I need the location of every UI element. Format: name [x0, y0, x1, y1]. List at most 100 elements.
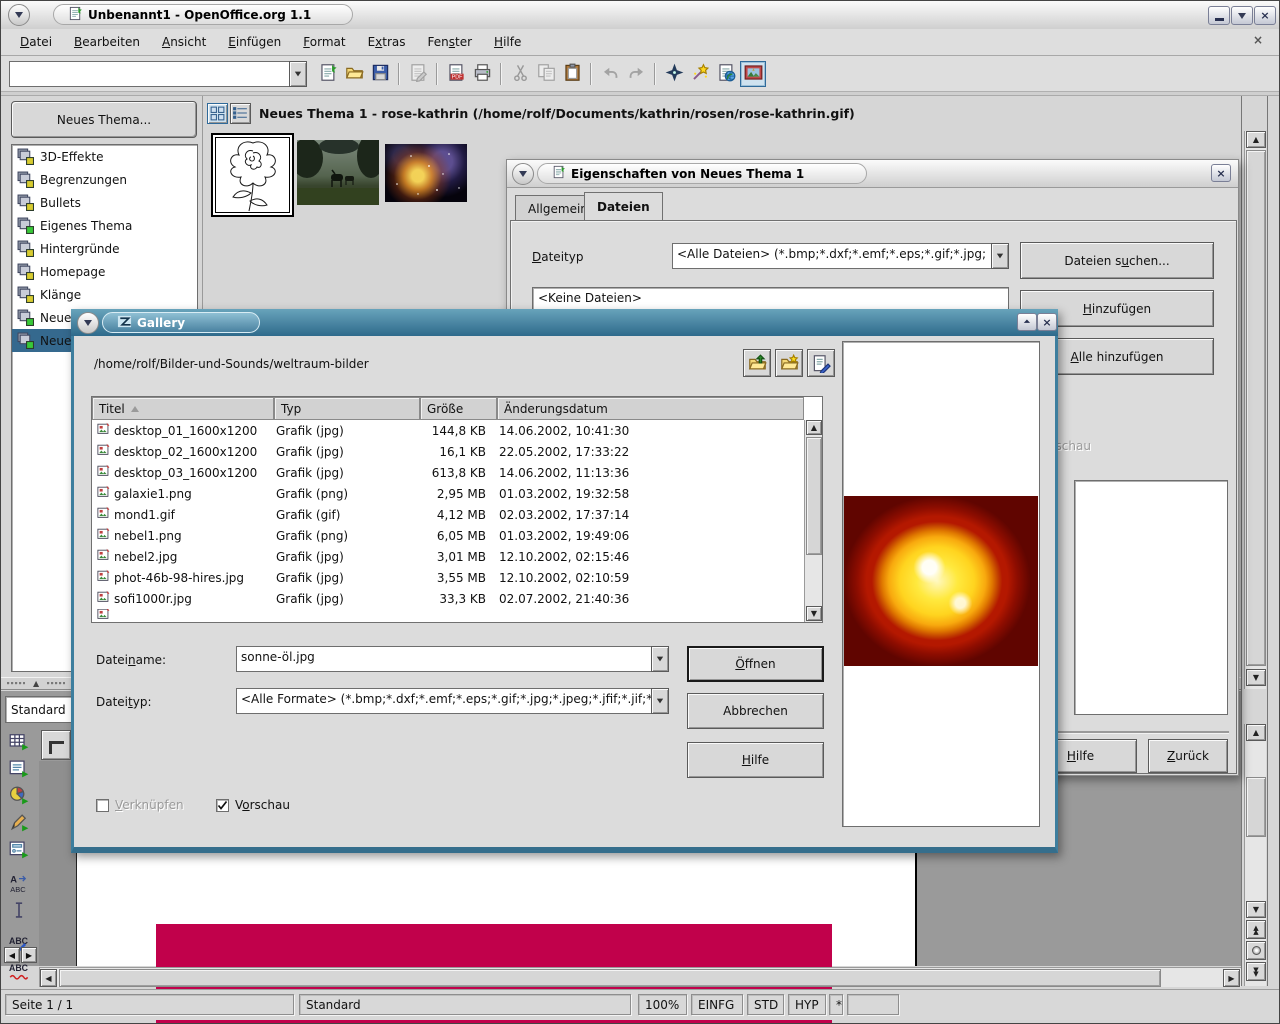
- cancel-button[interactable]: Abbrechen: [687, 693, 824, 729]
- close-dialog-button[interactable]: ×: [1211, 164, 1231, 182]
- default-directory-button[interactable]: [807, 349, 835, 377]
- table-row[interactable]: mond1.gifGrafik (gif)4,12 MB02.03.2002, …: [92, 504, 822, 525]
- url-input[interactable]: [9, 61, 289, 87]
- list-view-button[interactable]: [230, 103, 251, 124]
- scroll-left-button[interactable]: ◀: [40, 969, 57, 987]
- hyperlink-mode-indicator[interactable]: HYP: [788, 994, 826, 1015]
- draw-functions-button[interactable]: [7, 810, 31, 834]
- scroll-down-button[interactable]: ▼: [806, 606, 822, 621]
- previous-page-button[interactable]: ▲▲: [1246, 920, 1266, 939]
- theme-item-begrenzungen[interactable]: Begrenzungen: [12, 168, 197, 191]
- table-row[interactable]: galaxie1.pngGrafik (png)2,95 MB01.03.200…: [92, 483, 822, 504]
- insert-object-button[interactable]: [7, 783, 31, 807]
- autotext-button[interactable]: AABC: [7, 871, 31, 895]
- direct-cursor-button[interactable]: [7, 898, 31, 922]
- tab-type-selector[interactable]: [41, 730, 71, 760]
- scroll-up-button[interactable]: ▲: [806, 420, 822, 435]
- insert-table-button[interactable]: [7, 729, 31, 753]
- edit-file-button[interactable]: [406, 62, 430, 86]
- scroll-up-button[interactable]: ▲: [1246, 131, 1266, 148]
- scrollbar-thumb[interactable]: [806, 437, 822, 555]
- url-dropdown-button[interactable]: [289, 61, 307, 87]
- gallery-button[interactable]: [740, 61, 766, 87]
- theme-item-kl-nge[interactable]: Klänge: [12, 283, 197, 306]
- dialog-title-bar[interactable]: Eigenschaften von Neues Thema 1 ×: [507, 160, 1238, 188]
- copy-button[interactable]: [534, 62, 558, 86]
- file-type-value[interactable]: <Alle Dateien> (*.bmp;*.dxf;*.emf;*.eps;…: [672, 243, 991, 269]
- close-dialog-button[interactable]: ×: [1037, 313, 1057, 331]
- column-header-typ[interactable]: Typ: [274, 397, 420, 420]
- up-one-level-button[interactable]: [743, 349, 771, 377]
- navigation-point-button[interactable]: [1246, 941, 1266, 960]
- shade-button[interactable]: [1231, 6, 1253, 25]
- web-document-button[interactable]: [714, 62, 738, 86]
- toolbar-scroll-right[interactable]: ▶: [21, 947, 37, 963]
- table-scrollbar[interactable]: ▲ ▼: [804, 420, 822, 622]
- dialog-menu-button[interactable]: [77, 312, 99, 334]
- link-checkbox[interactable]: Verknüpfen: [96, 798, 184, 812]
- table-row[interactable]: nebel2.jpgGrafik (jpg)3,01 MB12.10.2002,…: [92, 546, 822, 567]
- table-row-partial[interactable]: [92, 609, 822, 622]
- menu-extras[interactable]: Extras: [357, 32, 417, 52]
- table-row[interactable]: desktop_02_1600x1200Grafik (jpg)16,1 KB2…: [92, 441, 822, 462]
- gallery-scrollbar[interactable]: ▲ ▼: [1244, 131, 1266, 689]
- save-button[interactable]: [368, 62, 392, 86]
- zoom-indicator[interactable]: 100%: [638, 994, 687, 1015]
- window-menu-button[interactable]: [8, 4, 30, 26]
- theme-item-hintergr-nde[interactable]: Hintergründe: [12, 237, 197, 260]
- file-type-combo[interactable]: <Alle Dateien> (*.bmp;*.dxf;*.emf;*.eps;…: [672, 243, 1009, 269]
- window-title-bar[interactable]: Unbenannt1 - OpenOffice.org 1.1 ×: [1, 1, 1280, 30]
- find-files-button[interactable]: Dateien suchen...: [1020, 242, 1214, 279]
- checkbox-checked-icon[interactable]: [216, 799, 229, 812]
- theme-item-3d-effekte[interactable]: 3D-Effekte: [12, 145, 197, 168]
- selection-mode-indicator[interactable]: STD: [747, 994, 784, 1015]
- document-scrollbar[interactable]: ▲ ▼ ▲▲ ▼▼: [1244, 724, 1266, 986]
- paste-button[interactable]: [560, 62, 584, 86]
- dropdown-button[interactable]: [651, 646, 669, 672]
- redo-button[interactable]: [624, 62, 648, 86]
- scrollbar-thumb[interactable]: [1246, 150, 1266, 666]
- filename-input[interactable]: sonne-öl.jpg: [236, 646, 651, 672]
- column-header-nderungsdatum[interactable]: Änderungsdatum: [497, 397, 804, 420]
- help-button[interactable]: Hilfe: [687, 742, 824, 778]
- scroll-down-button[interactable]: ▼: [1246, 901, 1266, 918]
- menu-ansicht[interactable]: Ansicht: [151, 32, 217, 52]
- export-pdf-button[interactable]: PDF: [444, 62, 468, 86]
- column-header-titel[interactable]: Titel: [92, 397, 274, 420]
- url-combo[interactable]: [9, 61, 307, 87]
- create-new-folder-button[interactable]: [775, 349, 803, 377]
- tab-dateien[interactable]: Dateien: [584, 192, 663, 221]
- thumbnail-landscape-with-horses[interactable]: [297, 140, 379, 205]
- open-folder-button[interactable]: [342, 62, 366, 86]
- new-document-button[interactable]: [316, 62, 340, 86]
- table-row[interactable]: nebel1.pngGrafik (png)6,05 MB01.03.2002,…: [92, 525, 822, 546]
- cut-button[interactable]: [508, 62, 532, 86]
- preview-checkbox[interactable]: Vorschau: [216, 798, 290, 812]
- menu-format[interactable]: Format: [292, 32, 356, 52]
- next-page-button[interactable]: ▼▼: [1246, 962, 1266, 981]
- close-document-button[interactable]: ×: [1249, 33, 1267, 51]
- insert-frame-button[interactable]: [7, 756, 31, 780]
- open-button[interactable]: Öffnen: [687, 646, 824, 682]
- scrollbar-thumb[interactable]: [1246, 777, 1266, 837]
- modified-indicator[interactable]: *: [829, 994, 843, 1015]
- table-row[interactable]: desktop_03_1600x1200Grafik (jpg)613,8 KB…: [92, 462, 822, 483]
- dialog-menu-button[interactable]: [512, 163, 534, 185]
- scroll-up-button[interactable]: ▲: [1246, 724, 1266, 741]
- minimize-button[interactable]: [1208, 6, 1230, 25]
- menu-bearbeiten[interactable]: Bearbeiten: [63, 32, 151, 52]
- menu-hilfe[interactable]: Hilfe: [483, 32, 532, 52]
- close-window-button[interactable]: ×: [1254, 6, 1276, 25]
- table-row[interactable]: sofi1000r.jpgGrafik (jpg)33,3 KB02.07.20…: [92, 588, 822, 609]
- new-theme-button[interactable]: Neues Thema...: [11, 101, 197, 138]
- theme-item-eigenes-thema[interactable]: Eigenes Thema: [12, 214, 197, 237]
- checkbox-icon[interactable]: [96, 799, 109, 812]
- page-style-indicator[interactable]: Standard: [299, 994, 631, 1015]
- hyperlink-dialog-button[interactable]: [688, 62, 712, 86]
- form-functions-button[interactable]: [7, 837, 31, 861]
- filename-combo[interactable]: sonne-öl.jpg: [236, 646, 669, 672]
- dialog-title-bar[interactable]: Gallery ⏶ ×: [71, 309, 1058, 336]
- menu-einfgen[interactable]: Einfügen: [217, 32, 292, 52]
- filetype-combo[interactable]: <Alle Formate> (*.bmp;*.dxf;*.emf;*.eps;…: [236, 688, 669, 714]
- thumbnail-nebula[interactable]: [385, 144, 467, 202]
